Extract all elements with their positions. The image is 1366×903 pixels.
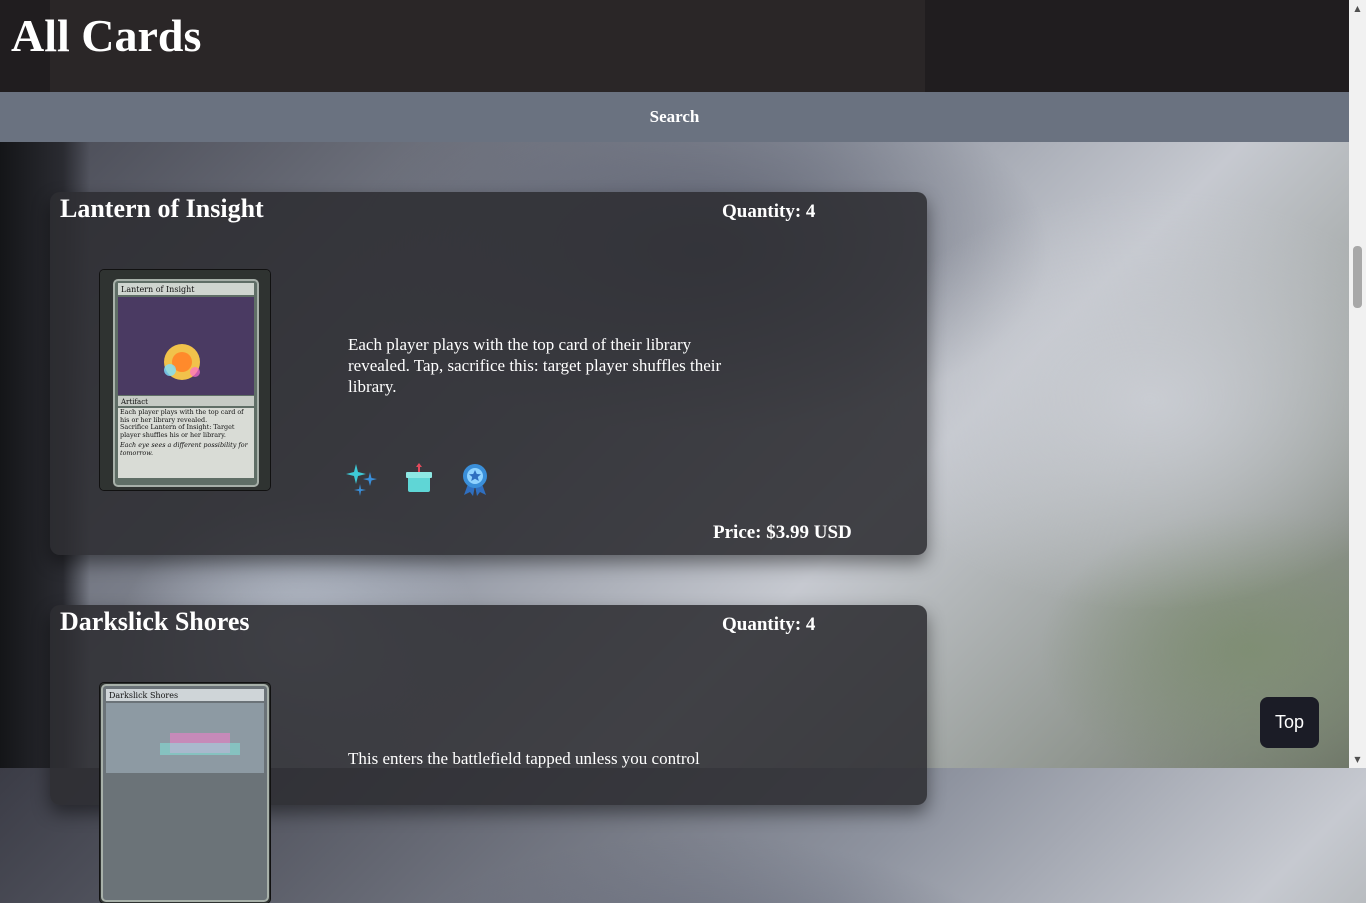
page-header: All Cards: [0, 0, 1349, 92]
card-quantity: Quantity: 4: [722, 201, 816, 222]
card-price: Price: $3.99 USD: [713, 522, 852, 543]
card-quantity: Quantity: 4: [722, 614, 816, 635]
scroll-up-arrow-icon[interactable]: ▲: [1349, 0, 1366, 17]
card-image: Darkslick Shores: [100, 683, 270, 903]
card-image-ability: Sacrifice Lantern of Insight: Target pla…: [120, 423, 235, 439]
card-description: This enters the battlefield tapped unles…: [348, 749, 700, 768]
search-toggle-button[interactable]: Search: [0, 92, 1349, 142]
card-image-rules: Each player plays with the top card of h…: [120, 409, 244, 424]
card-name: Lantern of Insight: [60, 194, 264, 223]
page-scrollbar[interactable]: ▲ ▼: [1349, 0, 1366, 768]
card-icon-row: [346, 462, 492, 496]
scroll-down-arrow-icon[interactable]: ▼: [1349, 751, 1366, 768]
card-image-flavor: Each eye sees a different possibility fo…: [120, 441, 248, 457]
back-to-top-button[interactable]: Top: [1260, 697, 1319, 748]
card-description: Each player plays with the top card of t…: [348, 335, 722, 396]
sparkle-icon[interactable]: [346, 462, 380, 496]
scroll-thumb[interactable]: [1353, 246, 1362, 308]
search-label: Search: [649, 107, 700, 126]
card-item: Lantern of Insight Quantity: 4 Lantern o…: [50, 192, 927, 555]
page-title: All Cards: [11, 10, 202, 61]
card-name: Darkslick Shores: [60, 607, 250, 636]
card-item: Darkslick Shores Quantity: 4 Darkslick S…: [50, 605, 927, 903]
gift-box-icon[interactable]: [402, 462, 436, 496]
card-image-type: Artifact: [120, 398, 148, 406]
card-image-title: Lantern of Insight: [121, 285, 195, 294]
card-image-title: Darkslick Shores: [109, 691, 178, 700]
card-image: Lantern of Insight Artifact Each player …: [100, 270, 270, 490]
award-badge-icon[interactable]: [458, 462, 492, 496]
